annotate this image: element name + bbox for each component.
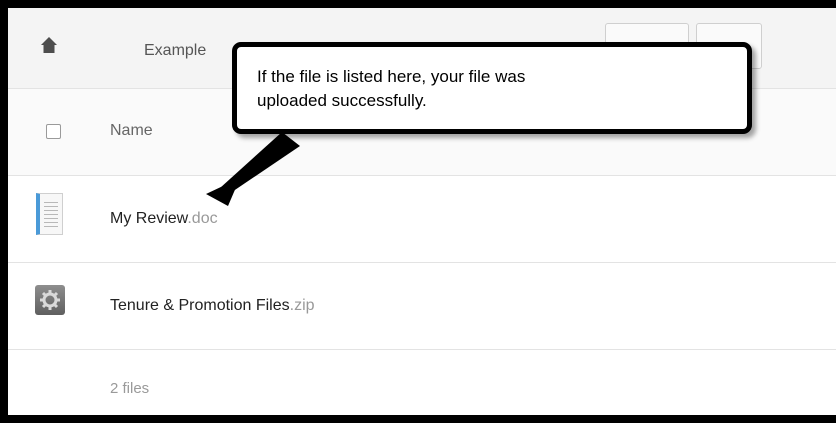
document-icon bbox=[36, 193, 63, 235]
name-column-header[interactable]: Name bbox=[110, 122, 153, 140]
file-row[interactable]: Tenure & Promotion Files.zip bbox=[8, 263, 836, 350]
file-name[interactable]: My Review.doc bbox=[110, 210, 218, 228]
archive-gear-icon bbox=[35, 285, 65, 315]
file-extension: .doc bbox=[187, 210, 218, 227]
file-extension: .zip bbox=[289, 297, 315, 314]
home-icon[interactable] bbox=[40, 36, 58, 54]
callout-tooltip: If the file is listed here, your file wa… bbox=[232, 42, 752, 134]
file-basename: Tenure & Promotion Files bbox=[110, 297, 290, 314]
file-row[interactable]: My Review.doc bbox=[8, 176, 836, 263]
file-basename: My Review bbox=[110, 210, 188, 227]
file-count: 2 files bbox=[110, 380, 150, 397]
file-name[interactable]: Tenure & Promotion Files.zip bbox=[110, 297, 315, 315]
breadcrumb[interactable]: Example bbox=[144, 42, 206, 60]
select-all-checkbox[interactable] bbox=[46, 124, 61, 139]
file-list-footer: 2 files bbox=[8, 350, 836, 415]
